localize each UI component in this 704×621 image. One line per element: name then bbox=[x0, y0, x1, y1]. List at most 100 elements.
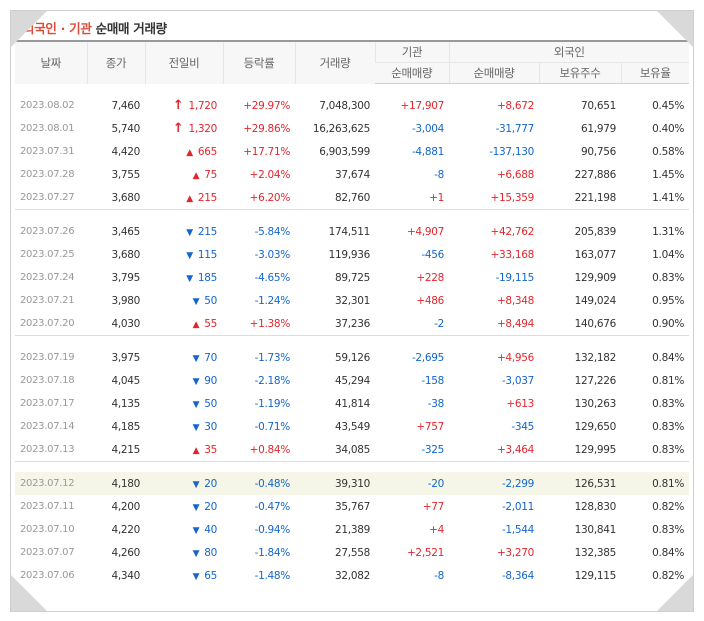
cell-volume: 32,301 bbox=[335, 294, 370, 307]
change-value: 50 bbox=[204, 397, 217, 410]
cell-volume: 35,767 bbox=[335, 500, 370, 513]
table-row: 2023.07.07 4,260 ▼ 80 -1.84% 27,558 +2,521 +3,2… bbox=[15, 541, 689, 564]
cell-close: 4,030 bbox=[111, 317, 140, 330]
cell-close: 4,135 bbox=[111, 397, 140, 410]
table-row: 2023.07.11 4,200 ▼ 20 -0.47% 35,767 +77 -2,011 1… bbox=[15, 495, 689, 518]
cell-change: ↑ 1,720 bbox=[145, 94, 223, 117]
cell-close: 4,220 bbox=[111, 523, 140, 536]
table-body: 2023.08.02 7,460 ↑ 1,720 +29.97% 7,048,300 +17… bbox=[15, 84, 690, 588]
cell-close: 3,680 bbox=[111, 248, 140, 261]
cell-close: 4,045 bbox=[111, 374, 140, 387]
cell-volume: 174,511 bbox=[328, 225, 371, 238]
down-triangle-icon: ▼ bbox=[186, 250, 193, 261]
down-triangle-icon: ▼ bbox=[192, 399, 200, 410]
cell-close: 5,740 bbox=[111, 122, 140, 135]
up-triangle-icon: ▲ bbox=[192, 319, 200, 330]
change-value: 215 bbox=[197, 191, 217, 204]
corner-decoration bbox=[11, 575, 47, 611]
cell-foreign-net: -2,299 bbox=[449, 472, 539, 495]
cell-volume: 43,549 bbox=[335, 420, 370, 433]
up-triangle-icon: ▲ bbox=[186, 193, 193, 204]
cell-rate: -0.48% bbox=[223, 472, 295, 495]
cell-change: ▲ 665 bbox=[145, 140, 223, 163]
cell-ratio: 1.45% bbox=[652, 168, 685, 181]
cell-inst-net: -2 bbox=[434, 317, 444, 330]
cell-inst-net: +1 bbox=[429, 191, 444, 204]
cell-ratio: 0.81% bbox=[652, 374, 685, 387]
cell-rate: -3.03% bbox=[254, 248, 291, 261]
cell-date: 2023.07.14 bbox=[20, 421, 75, 432]
cell-inst-net: -20 bbox=[375, 472, 449, 495]
cell-date: 2023.07.19 bbox=[20, 352, 75, 363]
cell-rate: -1.24% bbox=[254, 294, 291, 307]
cell-date: 2023.07.28 bbox=[20, 169, 75, 180]
cell-rate: +29.97% bbox=[243, 99, 290, 112]
cell-inst-net: -456 bbox=[421, 248, 444, 261]
change-value: 50 bbox=[204, 294, 217, 307]
cell-date: 2023.07.27 bbox=[20, 192, 75, 203]
cell-volume: 45,294 bbox=[335, 374, 370, 387]
cell-inst-net: +486 bbox=[416, 294, 444, 307]
cell-close: 4,260 bbox=[111, 546, 140, 559]
cell-rate: -0.71% bbox=[254, 420, 291, 433]
cell-date: 2023.07.07 bbox=[20, 547, 75, 558]
cell-foreign-net: +3,270 bbox=[496, 546, 534, 559]
down-triangle-icon: ▼ bbox=[192, 502, 200, 513]
table-row: 2023.07.17 4,135 ▼ 50 -1.19% 41,814 -38 +613 130… bbox=[15, 392, 689, 415]
table-row: 2023.07.19 3,975 ▼ 70 -1.73% 59,126 -2,695 +4,9… bbox=[15, 346, 689, 369]
cell-inst-net: +17,907 bbox=[400, 99, 445, 112]
cell-foreign-net: +15,359 bbox=[490, 191, 535, 204]
cell-rate: +29.86% bbox=[243, 122, 290, 135]
cell-ratio: 0.83% bbox=[652, 397, 685, 410]
cell-holdings: 149,024 bbox=[574, 294, 617, 307]
cell-volume: 82,760 bbox=[335, 191, 370, 204]
cell-foreign-net: +8,672 bbox=[496, 99, 534, 112]
table-row: 2023.07.27 3,680 ▲ 215 +6.20% 82,760 +1 +15,359… bbox=[15, 186, 689, 210]
down-triangle-icon: ▼ bbox=[192, 571, 200, 582]
col-header-foreign: 외국인 bbox=[448, 40, 690, 63]
table-row: 2023.07.21 3,980 ▼ 50 -1.24% 32,301 +486 +8,348… bbox=[15, 289, 689, 312]
cell-change: ↑ 1,320 bbox=[145, 117, 223, 140]
cell-volume: 16,263,625 bbox=[312, 122, 370, 135]
cell-ratio: 0.83% bbox=[652, 271, 685, 284]
cell-foreign-net: +613 bbox=[506, 397, 534, 410]
cell-change: ▼ 65 bbox=[145, 564, 223, 587]
upper-limit-arrow-icon: ↑ bbox=[172, 97, 184, 113]
cell-foreign-net: -1,544 bbox=[501, 523, 534, 536]
cell-ratio: 0.83% bbox=[652, 443, 685, 456]
cell-holdings: 130,841 bbox=[574, 523, 617, 536]
cell-foreign-net: +3,464 bbox=[496, 443, 534, 456]
down-triangle-icon: ▼ bbox=[192, 479, 200, 490]
cell-inst-net: -8 bbox=[434, 569, 444, 582]
col-header-close: 종가 bbox=[86, 40, 145, 84]
down-triangle-icon: ▼ bbox=[192, 525, 200, 536]
cell-close: 3,980 bbox=[111, 294, 140, 307]
table-row: 2023.07.06 4,340 ▼ 65 -1.48% 32,082 -8 -8,364 12… bbox=[15, 564, 689, 587]
cell-change: ▼ 40 bbox=[145, 518, 223, 541]
col-header-change: 전일비 bbox=[144, 40, 223, 84]
cell-volume: 37,236 bbox=[335, 317, 370, 330]
cell-holdings: 227,886 bbox=[574, 168, 617, 181]
cell-volume: 27,558 bbox=[335, 546, 370, 559]
cell-close: 4,340 bbox=[111, 569, 140, 582]
change-value: 35 bbox=[204, 443, 217, 456]
group-spacer bbox=[15, 84, 689, 95]
change-value: 115 bbox=[197, 248, 217, 261]
cell-holdings: 61,979 bbox=[581, 122, 616, 135]
cell-date: 2023.07.20 bbox=[20, 318, 75, 329]
cell-holdings: 132,385 bbox=[574, 546, 617, 559]
col-header-ratio: 보유율 bbox=[620, 62, 690, 84]
table-row: 2023.07.31 4,420 ▲ 665 +17.71% 6,903,599 -4,88… bbox=[15, 140, 689, 163]
cell-inst-net: +228 bbox=[416, 271, 444, 284]
cell-holdings: 127,226 bbox=[574, 374, 617, 387]
col-header-inst-net: 순매매량 bbox=[375, 62, 449, 84]
cell-rate: -1.73% bbox=[254, 351, 291, 364]
table-row: 2023.07.26 3,465 ▼ 215 -5.84% 174,511 +4,907 +4… bbox=[15, 220, 689, 243]
cell-ratio: 1.31% bbox=[652, 225, 685, 238]
cell-ratio: 0.45% bbox=[652, 99, 685, 112]
down-triangle-icon: ▼ bbox=[192, 376, 200, 387]
cell-holdings: 129,995 bbox=[574, 443, 617, 456]
cell-foreign-net: +8,348 bbox=[496, 294, 534, 307]
cell-inst-net: -3,004 bbox=[411, 122, 444, 135]
cell-rate: -1.19% bbox=[254, 397, 291, 410]
